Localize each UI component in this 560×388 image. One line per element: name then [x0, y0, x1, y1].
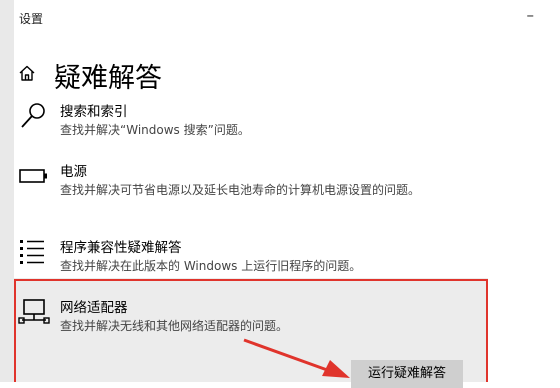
troubleshooter-search[interactable]: 搜索和索引 查找并解决“Windows 搜索”问题。	[18, 100, 488, 140]
search-icon	[21, 103, 45, 128]
list-icon	[20, 240, 44, 264]
troubleshooter-power[interactable]: 电源 查找并解决可节省电源以及延长电池寿命的计算机电源设置的问题。	[18, 160, 488, 218]
title-bar: 设置 –	[14, 0, 560, 36]
home-icon[interactable]	[18, 64, 36, 82]
app-title: 设置	[19, 12, 44, 26]
item-desc: 查找并解决“Windows 搜索”问题。	[60, 123, 250, 137]
troubleshooter-compatibility[interactable]: 程序兼容性疑难解答 查找并解决在此版本的 Windows 上运行旧程序的问题。	[18, 236, 488, 276]
item-desc: 查找并解决在此版本的 Windows 上运行旧程序的问题。	[60, 259, 362, 273]
item-title: 程序兼容性疑难解答	[60, 240, 182, 256]
item-title: 电源	[60, 164, 87, 180]
item-desc: 查找并解决可节省电源以及延长电池寿命的计算机电源设置的问题。	[60, 183, 421, 197]
run-troubleshooter-button[interactable]: 运行疑难解答	[351, 360, 463, 388]
battery-icon	[19, 169, 47, 183]
minimize-button[interactable]: –	[527, 8, 535, 23]
page-title: 疑难解答	[54, 63, 162, 94]
left-edge	[0, 0, 14, 382]
item-title: 搜索和索引	[60, 104, 128, 120]
